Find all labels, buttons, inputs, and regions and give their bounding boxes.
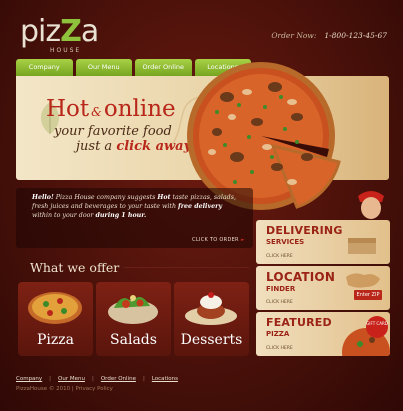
site-logo[interactable]: pizZa HOUSE [20,14,130,56]
footer-separator: | [91,376,94,382]
footer-link-company[interactable]: Company [16,376,42,382]
offer-desserts-label: Desserts [180,332,243,348]
salad-icon [108,295,158,324]
footer-separator: | [49,376,52,382]
footer-nav: Company | Our Menu | Order Online | Loca… [16,376,178,382]
footer-separator: | [142,376,145,382]
location-finder-panel[interactable]: LOCATION FINDER CLICK HERE Enter ZIP [256,266,390,310]
offer-salads[interactable]: Salads [96,282,171,356]
order-phone: Order Now: 1-800-123-45-67 [271,31,387,40]
offer-pizza[interactable]: Pizza [18,282,93,356]
map-icon [346,273,380,288]
featured-subtitle: PIZZA [266,330,290,338]
hero-tagline-1: your favorite food [54,124,172,139]
offer-pizza-label: Pizza [37,332,74,348]
hero-title: Hot &online [46,96,176,122]
intro-text: Hello! Pizza House company suggests Hot … [32,194,236,219]
pizza-box-icon [348,238,376,254]
location-title: LOCATION [266,270,336,284]
pizza-icon [28,292,82,324]
click-to-order-link[interactable]: CLICK TO ORDER ► [192,237,245,243]
arrow-right-icon: ► [240,237,245,243]
hero-tagline-2: just a click away [76,139,192,154]
location-subtitle: FINDER [266,285,296,293]
footer-link-our-menu[interactable]: Our Menu [58,376,85,382]
copyright: PizzaHouse © 2010 | Privacy Policy [16,386,113,392]
phone-number: 1-800-123-45-67 [324,31,387,40]
dessert-icon [185,292,237,325]
featured-click-link[interactable]: CLICK HERE [266,346,293,351]
offer-salads-label: Salads [110,332,157,348]
featured-title: FEATURED [266,316,332,329]
offer-heading: What we offer [30,260,120,275]
delivering-services-panel[interactable]: DELIVERING SERVICES CLICK HERE [256,220,390,264]
nav-company[interactable]: Company [16,59,73,76]
featured-pizza-panel[interactable]: FEATURED PIZZA CLICK HERE GIFT CARD [256,312,390,356]
delivering-title: DELIVERING [266,224,343,237]
logo-text: pizZa [20,14,99,49]
logo-subtitle: HOUSE [50,47,82,54]
nav-our-menu[interactable]: Our Menu [75,59,132,76]
intro-box: Hello! Pizza House company suggests Hot … [16,188,253,248]
gift-card-badge[interactable]: GIFT CARD [366,316,388,338]
delivering-subtitle: SERVICES [266,238,305,246]
location-click-link[interactable]: CLICK HERE [266,300,293,305]
delivering-click-link[interactable]: CLICK HERE [266,254,293,259]
footer-link-locations[interactable]: Locations [152,376,178,382]
offer-divider [124,267,249,268]
footer-link-order-online[interactable]: Order Online [101,376,136,382]
page: pizZa HOUSE Order Now: 1-800-123-45-67 Co… [0,0,403,411]
offer-desserts[interactable]: Desserts [174,282,249,356]
enter-zip-button[interactable]: Enter ZIP [354,290,382,300]
order-label: Order Now: [271,31,317,40]
